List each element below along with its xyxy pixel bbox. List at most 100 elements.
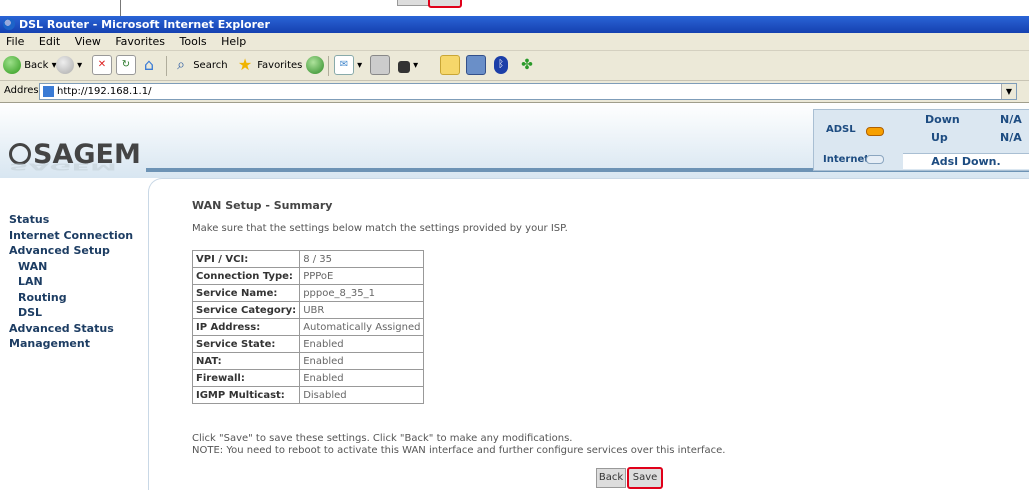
bluetooth-icon: ᛒ [494, 56, 508, 74]
table-row: Service State: Enabled [191, 335, 425, 353]
edit-button[interactable]: ▾ [398, 55, 418, 77]
search-label: Search [193, 60, 228, 71]
star-icon: ★ [237, 55, 253, 74]
back-button[interactable]: Back ▾ [3, 55, 57, 77]
row-key: Firewall: [191, 369, 301, 387]
row-value: Disabled [299, 386, 425, 404]
back-button[interactable]: Back [596, 468, 626, 488]
nav-routing[interactable]: Routing [0, 290, 146, 306]
nav-lan[interactable]: LAN [0, 274, 146, 290]
history-icon [306, 56, 324, 74]
nav-wan[interactable]: WAN [0, 259, 146, 275]
back-arrow-icon [3, 56, 21, 74]
nav-advanced-setup[interactable]: Advanced Setup [0, 243, 146, 259]
stop-icon: ✕ [92, 55, 112, 75]
table-row: Service Name: pppoe_8_35_1 [191, 284, 425, 302]
menu-tools[interactable]: Tools [180, 35, 207, 48]
divider [120, 0, 121, 16]
internet-label: Internet [823, 154, 870, 165]
mail-button[interactable]: ✉ ▾ [334, 55, 362, 77]
print-button[interactable] [370, 55, 390, 77]
ghost-save-button [428, 0, 462, 8]
mail-icon: ✉ [334, 55, 354, 75]
adsl-led-icon [866, 127, 884, 136]
row-value: Enabled [299, 335, 425, 353]
ghost-back-button [397, 0, 429, 6]
nav-dsl[interactable]: DSL [0, 305, 146, 321]
row-value: pppoe_8_35_1 [299, 284, 425, 302]
stop-button[interactable]: ✕ [92, 55, 112, 77]
menu-view[interactable]: View [75, 35, 101, 48]
back-label: Back [24, 60, 49, 71]
address-url: http://192.168.1.1/ [57, 86, 152, 97]
table-row: Connection Type: PPPoE [191, 267, 425, 285]
folder-icon [440, 55, 460, 75]
reboot-note: NOTE: You need to reboot to activate thi… [192, 445, 726, 456]
row-key: VPI / VCI: [191, 250, 301, 268]
page-title: WAN Setup - Summary [192, 199, 333, 212]
edit-icon [398, 60, 410, 73]
print-icon [370, 55, 390, 75]
forward-button[interactable]: ▾ [56, 55, 82, 77]
row-key: Service State: [191, 335, 301, 353]
ie-icon [3, 18, 15, 30]
menu-help[interactable]: Help [221, 35, 246, 48]
row-key: Service Category: [191, 301, 301, 319]
row-value: Automatically Assigned [299, 318, 425, 336]
connection-status-panel: ADSL Down N/A Up N/A Internet Adsl Down. [813, 109, 1029, 171]
address-input[interactable]: http://192.168.1.1/ ▼ [39, 83, 1017, 100]
row-value: PPPoE [299, 267, 425, 285]
forward-arrow-icon [56, 56, 74, 74]
favorites-button[interactable]: ★ Favorites [236, 55, 303, 77]
history-button[interactable] [306, 55, 324, 77]
search-button[interactable]: ⌕ Search [172, 55, 228, 77]
row-key: Connection Type: [191, 267, 301, 285]
home-icon: ⌂ [143, 55, 155, 74]
nav-advanced-status[interactable]: Advanced Status [0, 321, 146, 337]
save-button[interactable]: Save [627, 467, 663, 489]
research-button[interactable] [466, 55, 486, 77]
bluetooth-button[interactable]: ᛒ [494, 55, 508, 77]
top-strip [0, 0, 1029, 16]
research-icon [466, 55, 486, 75]
row-key: NAT: [191, 352, 301, 370]
content-panel: WAN Setup - Summary Make sure that the s… [148, 178, 1029, 490]
search-icon: ⌕ [177, 57, 185, 73]
nav-internet-connection[interactable]: Internet Connection [0, 228, 146, 244]
menu-file[interactable]: File [6, 35, 24, 48]
menu-edit[interactable]: Edit [39, 35, 60, 48]
toolbar: Back ▾ ▾ ✕ ↻ ⌂ ⌕ Search ★ Favorites ✉ ▾ … [0, 51, 1029, 81]
refresh-button[interactable]: ↻ [116, 55, 136, 77]
intro-text: Make sure that the settings below match … [192, 223, 568, 234]
row-value: Enabled [299, 352, 425, 370]
messenger-button[interactable]: ✤ [518, 55, 536, 77]
adsl-label: ADSL [826, 124, 856, 135]
home-button[interactable]: ⌂ [140, 55, 158, 77]
row-key: Service Name: [191, 284, 301, 302]
internet-led-icon [866, 155, 884, 164]
nav-management[interactable]: Management [0, 336, 146, 352]
down-label: Down [925, 113, 960, 126]
row-value: 8 / 35 [299, 250, 425, 268]
window-titlebar: DSL Router - Microsoft Internet Explorer [0, 16, 1029, 33]
address-dropdown-icon[interactable]: ▼ [1001, 84, 1016, 99]
row-value: Enabled [299, 369, 425, 387]
folder-button[interactable] [440, 55, 460, 77]
menu-favorites[interactable]: Favorites [115, 35, 165, 48]
instructions: Click "Save" to save these settings. Cli… [192, 433, 725, 457]
table-row: VPI / VCI: 8 / 35 [191, 250, 425, 268]
window-title: DSL Router - Microsoft Internet Explorer [19, 18, 270, 31]
logo-reflection: SAGEM [9, 161, 117, 172]
refresh-icon: ↻ [116, 55, 136, 75]
ghost-buttons [397, 0, 462, 8]
address-bar: Address http://192.168.1.1/ ▼ [0, 81, 1029, 103]
up-value: N/A [1000, 131, 1022, 144]
row-key: IP Address: [191, 318, 301, 336]
nav-status[interactable]: Status [0, 212, 146, 228]
table-row: IGMP Multicast: Disabled [191, 386, 425, 404]
down-value: N/A [1000, 113, 1022, 126]
page-icon [43, 86, 54, 97]
favorites-label: Favorites [257, 60, 303, 71]
table-row: Firewall: Enabled [191, 369, 425, 387]
left-navigation: Status Internet Connection Advanced Setu… [0, 178, 146, 489]
